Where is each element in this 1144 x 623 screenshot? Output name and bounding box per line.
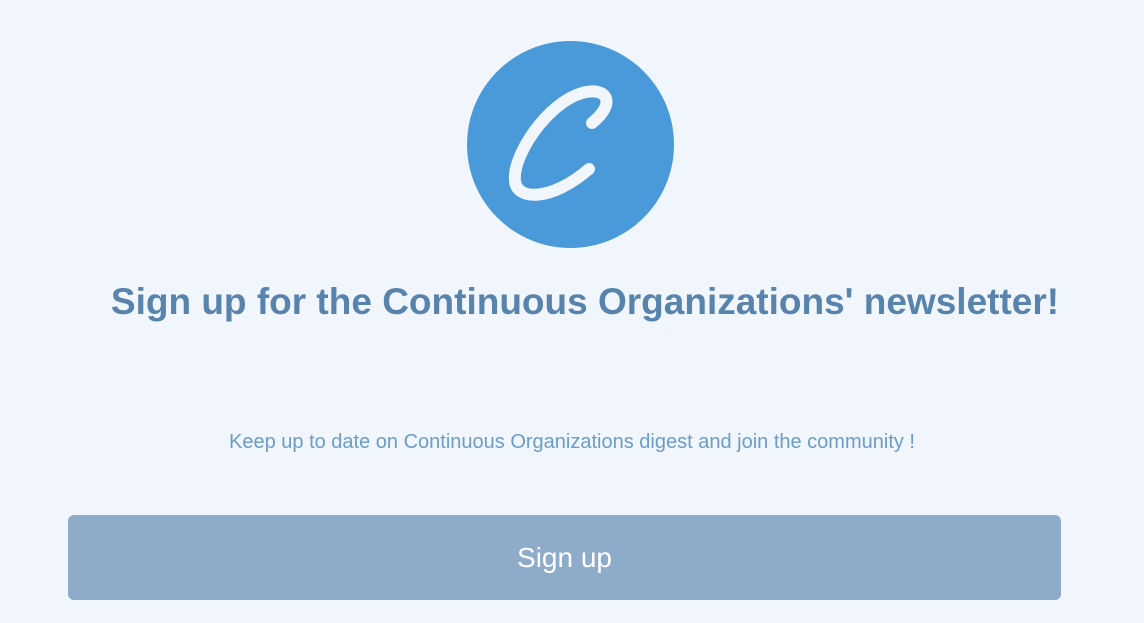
script-c-logo-icon [508,85,613,201]
sign-up-button[interactable]: Sign up [68,515,1061,600]
page-title: Sign up for the Continuous Organizations… [110,281,1060,322]
logo [467,41,674,248]
newsletter-signup-page: Sign up for the Continuous Organizations… [0,0,1144,623]
newsletter-description: Keep up to date on Continuous Organizati… [229,431,915,453]
